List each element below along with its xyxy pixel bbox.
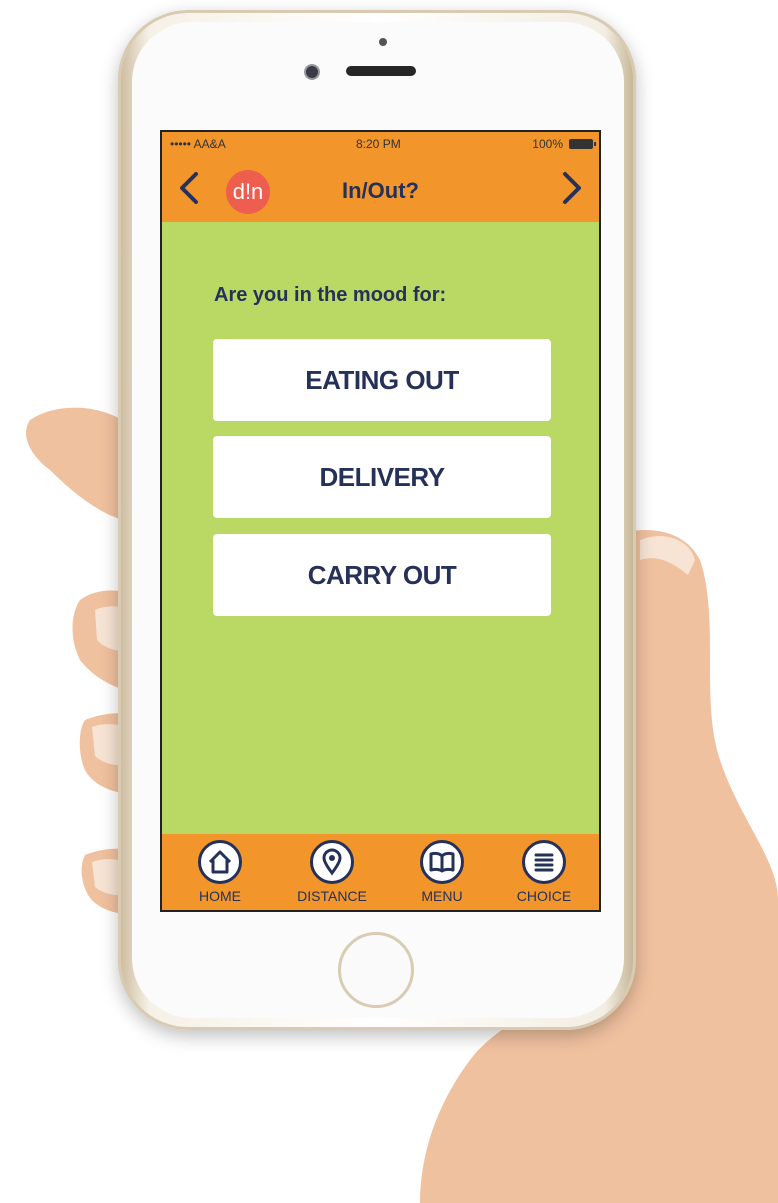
tab-home[interactable]: HOME	[170, 840, 270, 910]
carry-out-button[interactable]: CARRY OUT	[213, 534, 551, 616]
forward-chevron-icon[interactable]	[551, 168, 591, 208]
tab-choice[interactable]: CHOICE	[494, 840, 594, 910]
delivery-button[interactable]: DELIVERY	[213, 436, 551, 518]
tab-distance[interactable]: DISTANCE	[282, 840, 382, 910]
tab-choice-label: CHOICE	[516, 888, 572, 904]
tab-distance-label: DISTANCE	[297, 888, 367, 904]
home-button[interactable]	[338, 932, 414, 1008]
status-bar: ••••• AA&A 8:20 PM 100%	[162, 132, 599, 156]
eating-out-button[interactable]: EATING OUT	[213, 339, 551, 421]
front-camera	[304, 64, 320, 80]
bottom-tab-bar: HOME DISTANCE MENU CHOICE	[162, 834, 599, 910]
tab-home-label: HOME	[199, 888, 241, 904]
nav-bar: d!n In/Out?	[162, 156, 599, 222]
page-title: In/Out?	[342, 178, 419, 203]
earpiece-speaker	[346, 66, 416, 76]
status-time: 8:20 PM	[356, 137, 401, 151]
location-pin-icon	[310, 840, 354, 884]
carrier-label: ••••• AA&A	[170, 137, 226, 151]
app-screen: ••••• AA&A 8:20 PM 100% d!n In/Out? Are …	[160, 130, 601, 912]
mood-prompt: Are you in the mood for:	[214, 284, 447, 306]
book-icon	[420, 840, 464, 884]
battery-icon	[569, 139, 596, 149]
list-icon	[522, 840, 566, 884]
home-icon	[198, 840, 242, 884]
battery-percent: 100%	[532, 137, 563, 151]
tab-menu[interactable]: MENU	[392, 840, 492, 910]
tab-menu-label: MENU	[421, 888, 463, 904]
proximity-sensor	[379, 38, 387, 46]
